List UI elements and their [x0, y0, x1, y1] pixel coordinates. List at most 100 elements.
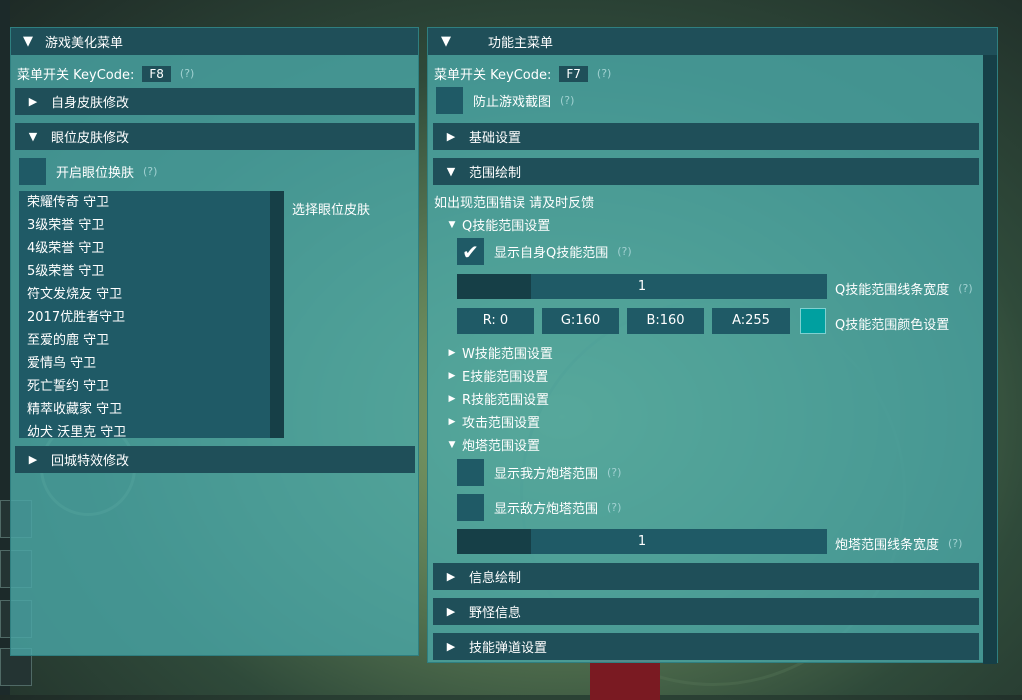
section-ward-skin[interactable]: ▼ 眼位皮肤修改 — [15, 123, 415, 150]
expand-arrow-icon: ▶ — [448, 393, 456, 404]
menu-toggle-label: 菜单开关 KeyCode: — [17, 68, 135, 83]
list-item[interactable]: 至爱的鹿 守卫 — [19, 329, 284, 352]
main-menu-titlebar[interactable]: ▼ 功能主菜单 — [428, 28, 997, 55]
help-icon[interactable]: (?) — [607, 466, 621, 479]
q-line-width-slider[interactable]: 1 — [457, 274, 827, 299]
menu-toggle-key[interactable]: F7 — [559, 65, 588, 82]
listbox-scrollbar[interactable] — [270, 191, 284, 438]
list-item[interactable]: 爱情鸟 守卫 — [19, 352, 284, 375]
help-icon[interactable]: (?) — [958, 282, 972, 295]
tree-e-settings[interactable]: ▶ E技能范围设置 — [442, 366, 549, 385]
show-ally-tower-label: 显示我方炮塔范围 — [494, 467, 599, 482]
section-jungle-info[interactable]: ▶ 野怪信息 — [433, 598, 979, 625]
show-ally-tower-checkbox[interactable] — [457, 459, 484, 486]
expand-arrow-icon: ▶ — [446, 640, 456, 653]
help-icon[interactable]: (?) — [617, 245, 631, 258]
list-item[interactable]: 3级荣誉 守卫 — [19, 214, 284, 237]
ward-skin-listbox[interactable]: 荣耀传奇 守卫 3级荣誉 守卫 4级荣誉 守卫 5级荣誉 守卫 符文发烧友 守卫… — [19, 191, 284, 438]
tree-label: W技能范围设置 — [462, 347, 553, 362]
tower-line-width-row: 炮塔范围线条宽度 (?) — [835, 534, 962, 553]
help-icon[interactable]: (?) — [560, 94, 574, 107]
menu-toggle-key[interactable]: F8 — [142, 65, 171, 82]
prevent-screenshot-checkbox[interactable] — [436, 87, 463, 114]
main-menu-window: ▼ 功能主菜单 菜单开关 KeyCode: F7 (?) 防止游戏截图 (?) … — [427, 27, 998, 664]
help-icon[interactable]: (?) — [180, 67, 194, 80]
help-icon[interactable]: (?) — [948, 537, 962, 550]
expand-arrow-icon: ▶ — [28, 453, 38, 466]
tree-q-settings[interactable]: ▼ Q技能范围设置 — [442, 215, 551, 234]
section-label: 基础设置 — [469, 131, 522, 146]
section-skill-ballistic[interactable]: ▶ 技能弹道设置 — [433, 633, 979, 660]
tree-tower-settings[interactable]: ▼ 炮塔范围设置 — [442, 435, 540, 454]
show-enemy-tower-row: 显示敌方炮塔范围 (?) — [457, 494, 621, 521]
q-color-r-field[interactable]: R: 0 — [457, 308, 534, 334]
tree-attack-settings[interactable]: ▶ 攻击范围设置 — [442, 412, 540, 431]
collapse-arrow-icon: ▼ — [28, 130, 38, 143]
slider-value: 1 — [637, 279, 647, 294]
show-self-q-checkbox[interactable]: ✔ — [457, 238, 484, 265]
window-title: 游戏美化菜单 — [45, 36, 124, 51]
expand-arrow-icon: ▶ — [28, 95, 38, 108]
expand-arrow-icon: ▶ — [448, 370, 456, 381]
help-icon[interactable]: (?) — [597, 67, 611, 80]
section-range-draw[interactable]: ▼ 范围绘制 — [433, 158, 979, 185]
tree-w-settings[interactable]: ▶ W技能范围设置 — [442, 343, 553, 362]
cosmetics-menu-titlebar[interactable]: ▼ 游戏美化菜单 — [11, 28, 418, 55]
show-enemy-tower-label: 显示敌方炮塔范围 — [494, 502, 599, 517]
list-item[interactable]: 5级荣誉 守卫 — [19, 260, 284, 283]
q-line-width-label: Q技能范围线条宽度 — [835, 283, 950, 298]
show-self-q-label: 显示自身Q技能范围 — [494, 246, 609, 261]
q-color-b-field[interactable]: B:160 — [627, 308, 704, 334]
expand-arrow-icon: ▶ — [446, 605, 456, 618]
collapse-arrow-icon: ▼ — [446, 165, 456, 178]
enable-ward-swap-checkbox[interactable] — [19, 158, 46, 185]
section-label: 技能弹道设置 — [469, 641, 548, 656]
cosmetics-menu-window: ▼ 游戏美化菜单 菜单开关 KeyCode: F8 (?) ▶ 自身皮肤修改 ▼… — [10, 27, 419, 656]
list-item[interactable]: 幼犬 沃里克 守卫 — [19, 421, 284, 438]
list-item[interactable]: 精萃收藏家 守卫 — [19, 398, 284, 421]
section-recall-effect[interactable]: ▶ 回城特效修改 — [15, 446, 415, 473]
tree-label: R技能范围设置 — [462, 393, 550, 408]
list-item[interactable]: 符文发烧友 守卫 — [19, 283, 284, 306]
collapse-arrow-icon[interactable]: ▼ — [428, 34, 464, 49]
section-label: 回城特效修改 — [51, 454, 130, 469]
prevent-screenshot-label: 防止游戏截图 — [473, 95, 552, 110]
list-item[interactable]: 2017优胜者守卫 — [19, 306, 284, 329]
q-color-swatch[interactable] — [800, 308, 826, 334]
expand-arrow-icon: ▶ — [446, 570, 456, 583]
game-banner — [590, 660, 660, 700]
section-self-skin[interactable]: ▶ 自身皮肤修改 — [15, 88, 415, 115]
tower-line-width-slider[interactable]: 1 — [457, 529, 827, 554]
section-label: 自身皮肤修改 — [51, 96, 130, 111]
show-self-q-row: ✔ 显示自身Q技能范围 (?) — [457, 238, 632, 265]
slider-value: 1 — [637, 534, 647, 549]
expand-arrow-icon: ▶ — [448, 416, 456, 427]
tower-line-width-label: 炮塔范围线条宽度 — [835, 538, 940, 553]
help-icon[interactable]: (?) — [607, 501, 621, 514]
window-scrollbar[interactable] — [983, 55, 997, 664]
tree-r-settings[interactable]: ▶ R技能范围设置 — [442, 389, 550, 408]
show-ally-tower-row: 显示我方炮塔范围 (?) — [457, 459, 621, 486]
list-item[interactable]: 荣耀传奇 守卫 — [19, 191, 284, 214]
section-basic[interactable]: ▶ 基础设置 — [433, 123, 979, 150]
section-info-draw[interactable]: ▶ 信息绘制 — [433, 563, 979, 590]
expand-arrow-icon: ▶ — [446, 130, 456, 143]
q-color-a-field[interactable]: A:255 — [712, 308, 790, 334]
range-notice: 如出现范围错误 请及时反馈 — [434, 196, 595, 211]
section-label: 范围绘制 — [469, 166, 522, 181]
enable-ward-swap-label: 开启眼位换肤 — [56, 166, 135, 181]
q-color-g-field[interactable]: G:160 — [542, 308, 619, 334]
menu-toggle-label: 菜单开关 KeyCode: — [434, 68, 552, 83]
show-enemy-tower-checkbox[interactable] — [457, 494, 484, 521]
help-icon[interactable]: (?) — [143, 165, 157, 178]
collapse-arrow-icon: ▼ — [448, 219, 456, 230]
section-label: 眼位皮肤修改 — [51, 131, 130, 146]
list-item[interactable]: 死亡誓约 守卫 — [19, 375, 284, 398]
list-item[interactable]: 4级荣誉 守卫 — [19, 237, 284, 260]
check-icon: ✔ — [462, 239, 479, 264]
menu-toggle-row: 菜单开关 KeyCode: F8 (?) — [17, 64, 194, 83]
tree-label: Q技能范围设置 — [462, 219, 551, 234]
game-left-bar — [0, 0, 10, 695]
collapse-arrow-icon[interactable]: ▼ — [11, 34, 45, 49]
enable-ward-swap-row: 开启眼位换肤 (?) — [19, 158, 157, 185]
